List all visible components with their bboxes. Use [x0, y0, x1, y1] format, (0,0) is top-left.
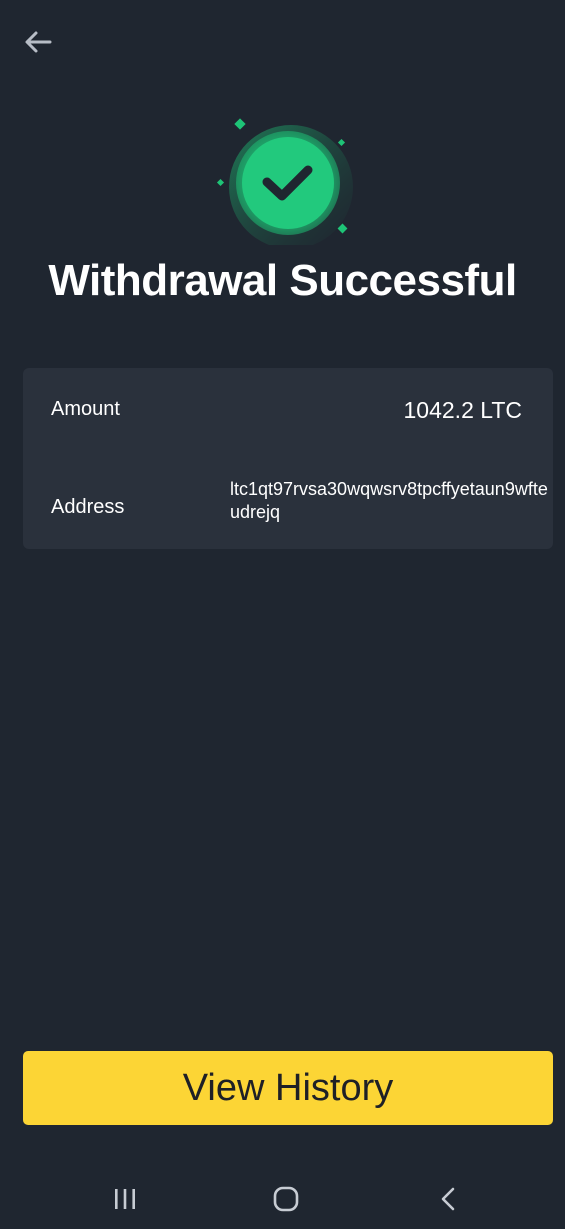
success-check-icon [216, 118, 353, 245]
address-value[interactable]: ltc1qt97rvsa30wqwsrv8tpcffyetaun9wfteudr… [230, 478, 553, 524]
recents-button[interactable] [101, 1181, 149, 1217]
withdrawal-success-screen: Withdrawal Successful Amount 1042.2 LTC … [0, 0, 565, 1229]
amount-value: 1042.2 LTC [403, 397, 522, 423]
withdrawal-details-card: Amount 1042.2 LTC Address ltc1qt97rvsa30… [23, 368, 553, 549]
amount-label: Amount [51, 398, 120, 420]
view-history-button[interactable]: View History [23, 1051, 553, 1125]
amount-row: Amount 1042.2 LTC [23, 392, 553, 432]
view-history-label: View History [182, 1066, 394, 1109]
home-icon [273, 1186, 299, 1212]
address-label: Address [51, 496, 125, 518]
home-button[interactable] [262, 1181, 310, 1217]
recents-icon [115, 1189, 135, 1209]
system-navigation-bar [0, 1165, 565, 1229]
system-back-icon [441, 1187, 455, 1211]
arrow-left-icon [25, 31, 52, 53]
back-button[interactable] [18, 24, 58, 60]
system-back-button[interactable] [424, 1181, 472, 1217]
page-title: Withdrawal Successful [48, 256, 517, 305]
success-hero [0, 110, 565, 260]
address-row: Address ltc1qt97rvsa30wqwsrv8tpcffyetaun… [23, 478, 553, 538]
